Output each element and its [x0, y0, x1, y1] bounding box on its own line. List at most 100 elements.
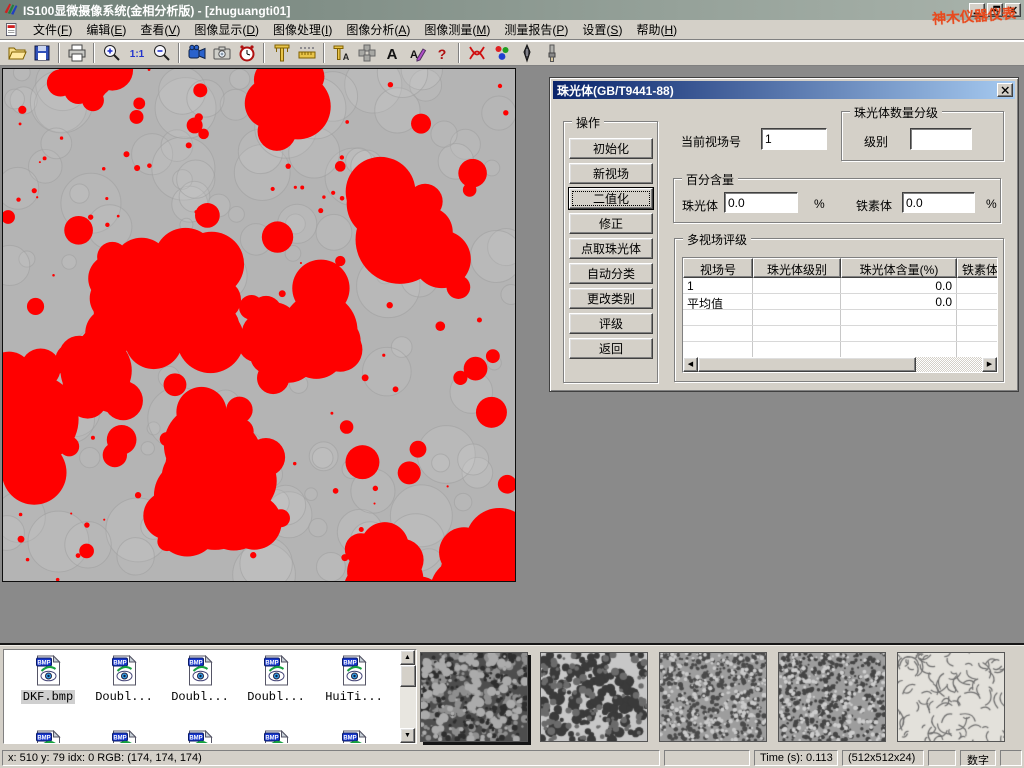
phase-color-icon[interactable] [489, 42, 514, 64]
file-name: HuiTi... [323, 690, 385, 704]
close-button[interactable] [1005, 3, 1021, 17]
title-bar: IS100显微摄像系统(金相分析版) - [zhuguangti01] [0, 0, 1024, 20]
menu-item-9[interactable]: 帮助(H) [629, 19, 684, 40]
scroll-thumb[interactable] [698, 357, 916, 372]
file-item-partial[interactable]: BMP [318, 730, 390, 744]
svg-text:1:1: 1:1 [129, 49, 144, 60]
file-item[interactable]: BMP HuiTi... [318, 655, 390, 704]
file-item[interactable]: BMP DKF.bmp [12, 655, 84, 704]
menu-item-6[interactable]: 图像测量(M) [417, 19, 497, 40]
file-item-partial[interactable]: BMP [164, 730, 236, 744]
scroll-left-button[interactable]: ◀ [683, 357, 698, 372]
menu-item-1[interactable]: 编辑(E) [79, 19, 133, 40]
ruler-icon[interactable] [294, 42, 319, 64]
op-button-2[interactable]: 二值化 [569, 188, 653, 209]
file-list[interactable]: ▲ ▼ BMP DKF.bmp BMP Doubl... BMP Doubl..… [3, 649, 417, 744]
file-name: Doubl... [93, 690, 155, 704]
op-button-8[interactable]: 返回 [569, 338, 653, 359]
annotate-icon[interactable]: A [404, 42, 429, 64]
pearlite-percent-input[interactable] [724, 192, 798, 213]
ferrite-percent-input[interactable] [902, 192, 975, 213]
op-button-4[interactable]: 点取珠光体 [569, 238, 653, 259]
op-button-6[interactable]: 更改类别 [569, 288, 653, 309]
grade-group-label: 珠光体数量分级 [850, 104, 942, 121]
dialog-close-button[interactable] [997, 83, 1013, 97]
minimize-button[interactable] [969, 3, 985, 17]
scroll-thumb[interactable] [400, 665, 416, 687]
sample-thumbnail-0[interactable] [420, 652, 528, 742]
menu-item-2[interactable]: 查看(V) [133, 19, 187, 40]
actual-size-icon[interactable]: 1:1 [124, 42, 149, 64]
app-brush-strokes-icon [3, 2, 19, 18]
file-item-partial[interactable]: BMP [12, 730, 84, 744]
file-list-scrollbar[interactable]: ▲ ▼ [400, 650, 416, 743]
bottom-panel: ▲ ▼ BMP DKF.bmp BMP Doubl... BMP Doubl..… [0, 643, 1024, 748]
sample-thumbnail-2[interactable] [659, 652, 767, 742]
title-window-buttons [969, 3, 1021, 17]
multifield-group-label: 多视场评级 [683, 231, 751, 248]
zoom-in-icon[interactable] [99, 42, 124, 64]
svg-text:BMP: BMP [37, 661, 50, 667]
file-item[interactable]: BMP Doubl... [240, 655, 312, 704]
scroll-right-button[interactable]: ▶ [982, 357, 997, 372]
camcorder-icon[interactable] [184, 42, 209, 64]
text-icon[interactable]: A [379, 42, 404, 64]
grid-icon[interactable] [354, 42, 379, 64]
sample-thumbnail-1[interactable] [540, 652, 648, 742]
menu-item-7[interactable]: 测量报告(P) [497, 19, 575, 40]
file-item[interactable]: BMP Doubl... [164, 655, 236, 704]
svg-text:A: A [386, 46, 397, 63]
open-icon[interactable] [4, 42, 29, 64]
restore-button[interactable] [987, 3, 1003, 17]
table-row[interactable]: 平均值0.0 [683, 294, 997, 310]
micrograph-image[interactable] [2, 68, 516, 582]
save-icon[interactable] [29, 42, 54, 64]
scroll-down-button[interactable]: ▼ [400, 728, 415, 743]
table-row[interactable]: 10.0 [683, 278, 997, 294]
grade-input[interactable] [910, 128, 972, 150]
file-item[interactable]: BMP Doubl... [88, 655, 160, 704]
zoom-out-icon[interactable] [149, 42, 174, 64]
pearlite-percent-label: 珠光体 [682, 197, 718, 214]
percent-group: 百分含量 珠光体 % 铁素体 % [673, 178, 1001, 223]
camera-icon[interactable] [209, 42, 234, 64]
op-button-3[interactable]: 修正 [569, 213, 653, 234]
menu-item-0[interactable]: 文件(F) [26, 19, 79, 40]
sample-thumbnail-3[interactable] [778, 652, 886, 742]
brush-icon[interactable] [539, 42, 564, 64]
table-cell [957, 326, 998, 341]
document-icon[interactable] [4, 22, 20, 38]
svg-text:BMP: BMP [265, 661, 278, 667]
rating-table[interactable]: 视场号珠光体级别珠光体含量(%)铁素体 10.0平均值0.0 ◀ ▶ [682, 257, 998, 373]
file-item-partial[interactable]: BMP [88, 730, 160, 744]
table-row[interactable] [683, 326, 997, 342]
ferrite-percent-unit: % [986, 197, 997, 211]
pen-icon[interactable] [514, 42, 539, 64]
dialog-title-bar[interactable]: 珠光体(GB/T9441-88) [553, 81, 1015, 99]
print-icon[interactable] [64, 42, 89, 64]
file-item-partial[interactable]: BMP [240, 730, 312, 744]
table-row[interactable] [683, 342, 997, 358]
toolbar-separator [458, 43, 460, 63]
current-field-input[interactable] [761, 128, 827, 150]
delete-curve-icon[interactable] [464, 42, 489, 64]
clock-icon[interactable] [234, 42, 259, 64]
menu-bar: 文件(F)编辑(E)查看(V)图像显示(D)图像处理(I)图像分析(A)图像测量… [0, 20, 1024, 40]
table-horizontal-scrollbar[interactable]: ◀ ▶ [683, 357, 997, 372]
op-button-1[interactable]: 新视场 [569, 163, 653, 184]
sample-thumbnail-4[interactable] [897, 652, 1005, 742]
measure-text-icon[interactable]: A [329, 42, 354, 64]
help-icon[interactable]: ? [429, 42, 454, 64]
menu-item-8[interactable]: 设置(S) [575, 19, 629, 40]
menu-item-5[interactable]: 图像分析(A) [339, 19, 417, 40]
op-button-5[interactable]: 自动分类 [569, 263, 653, 284]
op-button-0[interactable]: 初始化 [569, 138, 653, 159]
op-button-7[interactable]: 评级 [569, 313, 653, 334]
scroll-up-button[interactable]: ▲ [400, 650, 415, 665]
caliper-icon[interactable] [269, 42, 294, 64]
status-empty-3 [1000, 750, 1022, 766]
menu-item-3[interactable]: 图像显示(D) [187, 19, 266, 40]
table-row[interactable] [683, 310, 997, 326]
menu-item-4[interactable]: 图像处理(I) [266, 19, 339, 40]
svg-text:BMP: BMP [113, 661, 126, 667]
